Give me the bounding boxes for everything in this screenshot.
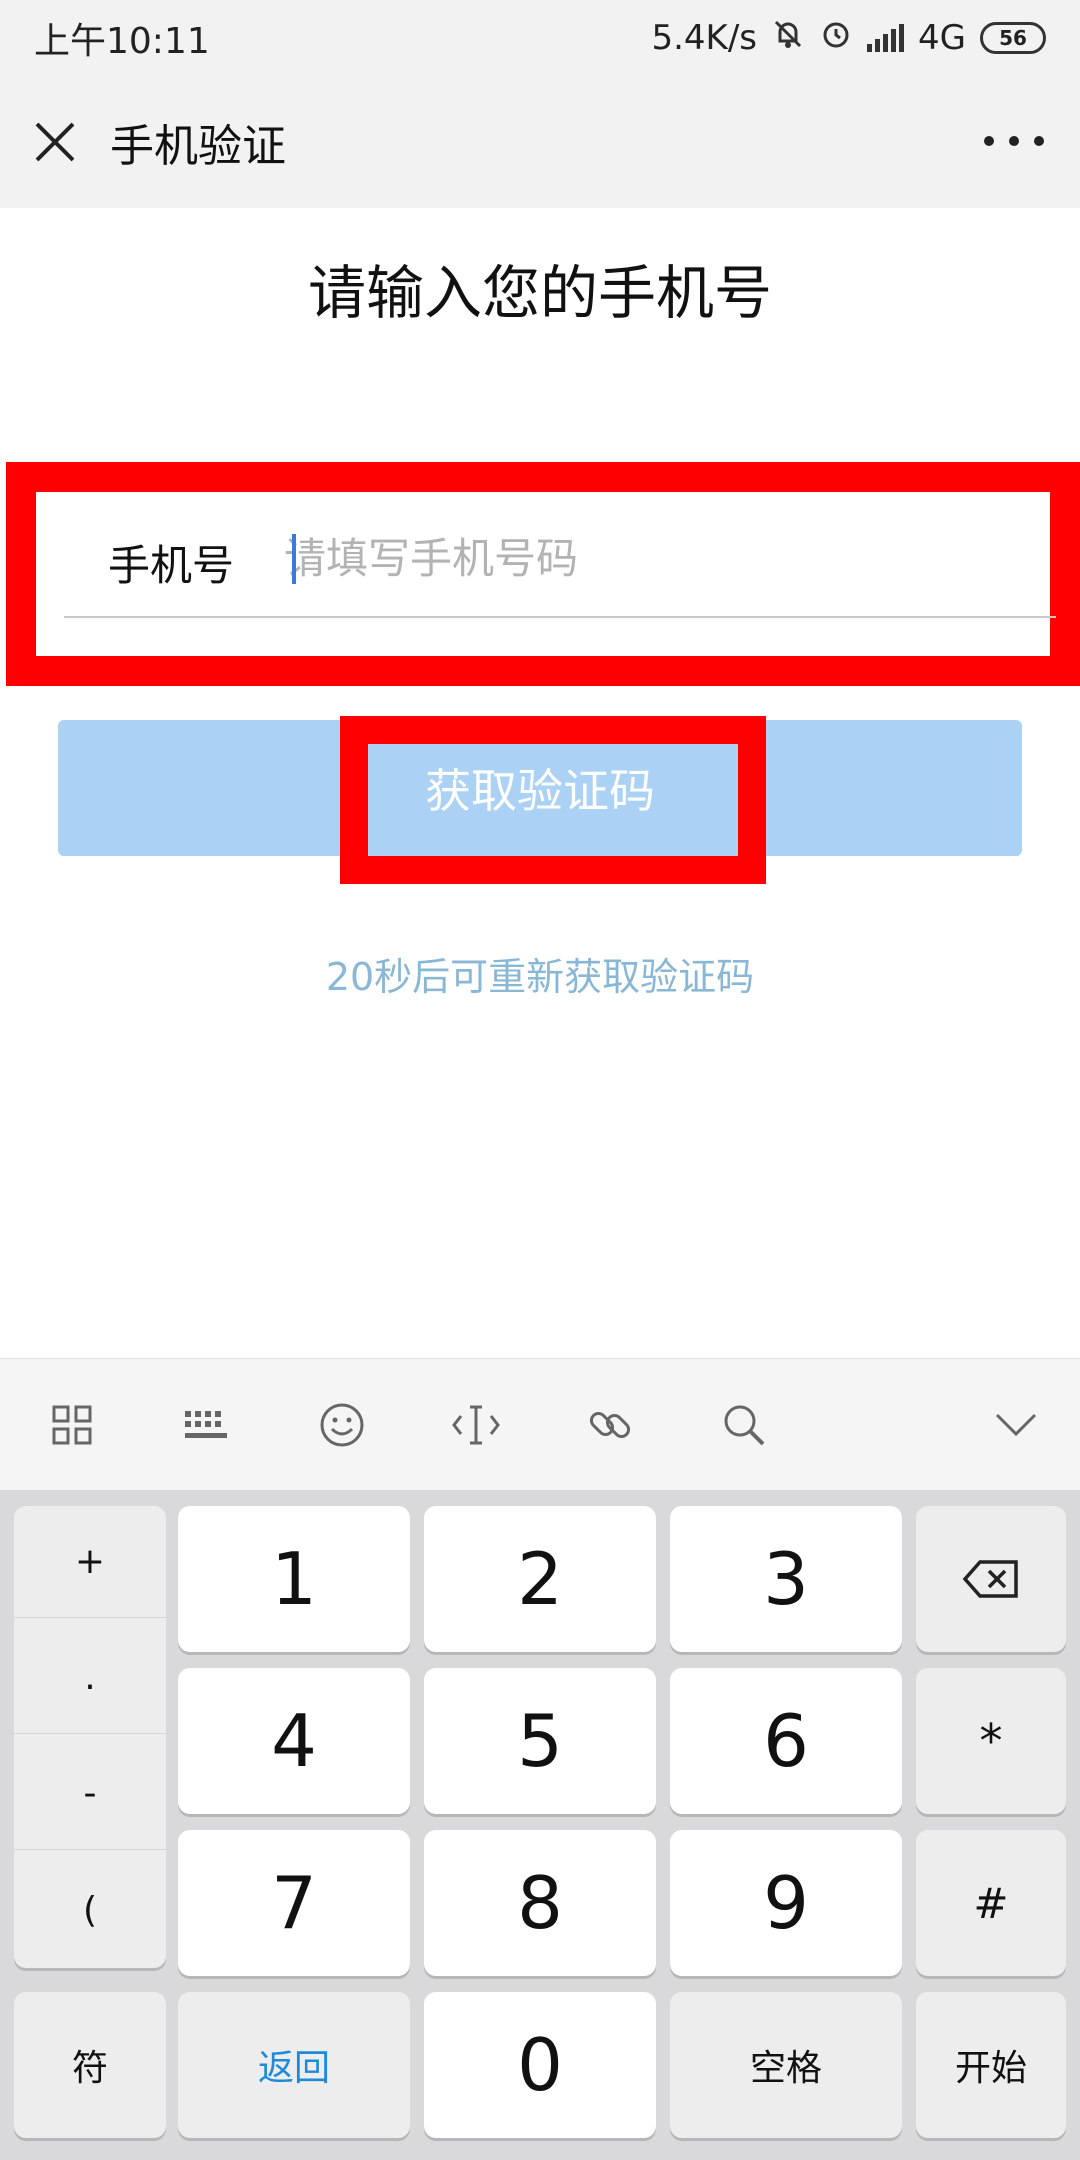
phone-input-group: 手机号 xyxy=(6,462,1080,686)
keyboard-toolbar xyxy=(0,1358,1080,1490)
page-title: 手机验证 xyxy=(110,121,286,172)
backspace-key[interactable] xyxy=(916,1506,1066,1652)
nav-bar: 手机验证 xyxy=(0,76,1080,208)
input-underline xyxy=(64,616,1056,618)
close-icon xyxy=(35,122,75,162)
mute-icon xyxy=(771,17,805,60)
headline: 请输入您的手机号 xyxy=(307,259,772,327)
text-cursor xyxy=(292,534,296,584)
key-paren[interactable]: ( xyxy=(14,1854,166,1966)
battery-level: 56 xyxy=(999,26,1027,50)
phone-input[interactable] xyxy=(284,526,1044,590)
backspace-icon xyxy=(962,1560,1018,1598)
key-4[interactable]: 4 xyxy=(178,1668,410,1814)
key-8[interactable]: 8 xyxy=(424,1830,656,1976)
key-dot[interactable]: . xyxy=(14,1622,166,1734)
network-type: 4G xyxy=(918,18,966,58)
network-speed: 5.4K/s xyxy=(651,18,758,58)
symbol-key[interactable]: 符 xyxy=(14,1992,166,2138)
symbol-column: + . - ( xyxy=(14,1506,166,1968)
key-7[interactable]: 7 xyxy=(178,1830,410,1976)
search-icon[interactable] xyxy=(704,1385,784,1465)
key-hash[interactable]: # xyxy=(916,1830,1066,1976)
emoji-icon[interactable] xyxy=(302,1385,382,1465)
grid-icon[interactable] xyxy=(32,1385,112,1465)
status-time: 上午10:11 xyxy=(34,21,210,62)
more-dot xyxy=(1009,136,1019,146)
key-5[interactable]: 5 xyxy=(424,1668,656,1814)
main-content: 请输入您的手机号 手机号 获取验证码 20秒后可重新获取验证码 xyxy=(0,208,1080,1358)
keyboard-icon[interactable] xyxy=(166,1385,246,1465)
resend-hint: 20秒后可重新获取验证码 xyxy=(325,955,755,999)
status-indicators: 5.4K/s 4G 56 xyxy=(651,17,1046,60)
close-button[interactable] xyxy=(0,76,110,208)
more-dot xyxy=(1034,136,1044,146)
key-asterisk[interactable]: * xyxy=(916,1668,1066,1814)
cursor-icon[interactable] xyxy=(436,1385,516,1465)
key-3[interactable]: 3 xyxy=(670,1506,902,1652)
return-key[interactable]: 返回 xyxy=(178,1992,410,2138)
key-6[interactable]: 6 xyxy=(670,1668,902,1814)
get-code-label: 获取验证码 xyxy=(425,764,655,818)
status-bar: 上午10:11 5.4K/s 4G 56 xyxy=(0,0,1080,76)
key-2[interactable]: 2 xyxy=(424,1506,656,1652)
battery-icon: 56 xyxy=(980,22,1046,54)
phone-label: 手机号 xyxy=(108,541,235,590)
more-dot xyxy=(984,136,994,146)
key-9[interactable]: 9 xyxy=(670,1830,902,1976)
signal-icon xyxy=(867,24,905,52)
link-icon[interactable] xyxy=(570,1385,650,1465)
chevron-down-icon[interactable] xyxy=(976,1385,1056,1465)
key-1[interactable]: 1 xyxy=(178,1506,410,1652)
numeric-keyboard: + . - ( 1 2 3 4 5 6 * 7 8 9 # 符 返回 0 空格 … xyxy=(0,1490,1080,2160)
space-key[interactable]: 空格 xyxy=(670,1992,902,2138)
alarm-icon xyxy=(819,17,853,60)
return-key-label: 返回 xyxy=(257,2048,330,2089)
more-button[interactable] xyxy=(984,116,1044,166)
go-key[interactable]: 开始 xyxy=(916,1992,1066,2138)
key-0[interactable]: 0 xyxy=(424,1992,656,2138)
key-minus[interactable]: - xyxy=(14,1738,166,1850)
key-plus[interactable]: + xyxy=(14,1506,166,1618)
